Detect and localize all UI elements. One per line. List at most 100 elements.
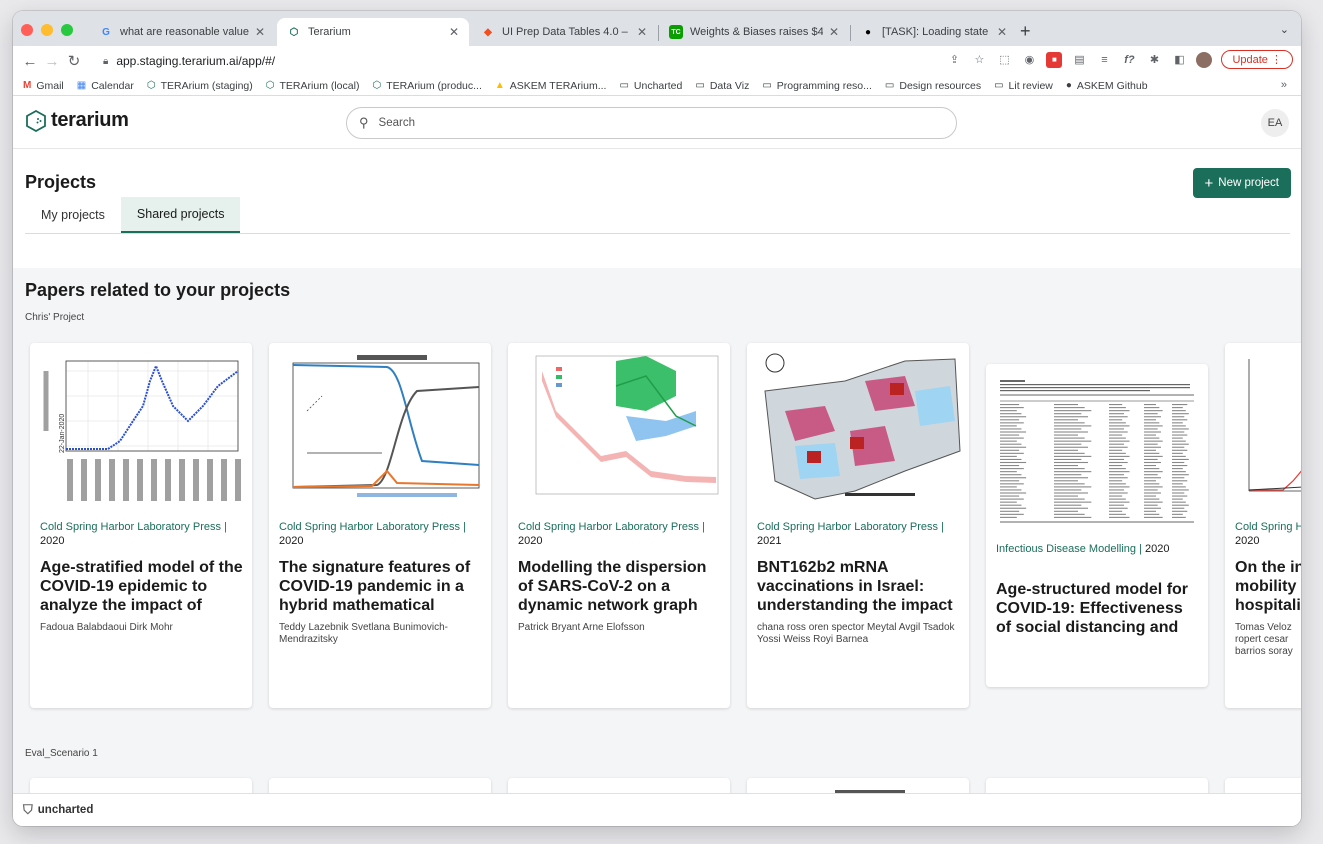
table-row-line — [1172, 404, 1188, 406]
browser-tab[interactable]: ● [TASK]: Loading state for home ✕ — [851, 18, 1017, 46]
table-row-line — [1172, 416, 1185, 418]
browser-tab[interactable]: TC Weights & Biases raises $45M ✕ — [659, 18, 849, 46]
bookmark-folder-programming[interactable]: ▭ Programming reso... — [762, 80, 872, 92]
bookmark-label: Calendar — [91, 79, 134, 92]
terarium-logo[interactable]: terarium — [25, 109, 129, 132]
reader-icon[interactable]: ▤ — [1071, 52, 1087, 68]
paper-card[interactable]: Cold Spring Harbor Laboratory Press | 20… — [508, 343, 730, 708]
close-window-button[interactable] — [21, 24, 33, 36]
paper-source[interactable]: Cold Spring Harbor Laboratory Press | 20… — [757, 520, 957, 548]
tab-my-projects[interactable]: My projects — [25, 197, 121, 233]
browser-tab-active[interactable]: ⬡ Terarium ✕ — [277, 18, 469, 46]
bookmark-gmail[interactable]: M Gmail — [23, 80, 64, 92]
paper-source[interactable]: Cold Spring H 2020 — [1235, 520, 1301, 548]
bookmark-label: TERArium (produc... — [386, 79, 482, 92]
browser-toolbar: ← → ↻ 🔒︎ app.staging.terarium.ai/app/#/ … — [13, 46, 1301, 76]
camera-icon[interactable]: ◉ — [1021, 52, 1037, 68]
paper-card[interactable]: 22-Jan-2020 Cold Spring Harbor Laborator… — [30, 343, 252, 708]
paper-source[interactable]: Cold Spring Harbor Laboratory Press | 20… — [40, 520, 240, 548]
bookmark-folder-litreview[interactable]: ▭ Lit review — [994, 80, 1053, 92]
tab-shared-projects[interactable]: Shared projects — [120, 197, 241, 233]
bookmarks-more-icon[interactable]: » — [1281, 79, 1287, 91]
table-row-line — [1109, 507, 1128, 509]
table-row-line — [1054, 440, 1092, 442]
table-row-line — [1054, 486, 1092, 488]
extension-icon[interactable]: ■ — [1046, 51, 1063, 68]
paper-card[interactable]: Cold Spring H 2020 On the in mobility hos… — [1225, 343, 1301, 708]
table-row-line — [1054, 501, 1092, 503]
search-placeholder: Search — [378, 117, 415, 129]
paper-card[interactable]: Cold Spring Harbor Laboratory Press | 20… — [747, 343, 969, 708]
paper-source[interactable]: Cold Spring Harbor Laboratory Press | 20… — [279, 520, 479, 548]
table-row-line — [1054, 465, 1078, 467]
zoom-window-button[interactable] — [61, 24, 73, 36]
bookmark-askem-github[interactable]: ● ASKEM Github — [1066, 80, 1148, 92]
paper-card[interactable]: Cold Spring Harbor Laboratory Press | 20… — [269, 343, 491, 708]
bookmark-folder-dataviz[interactable]: ▭ Data Viz — [695, 80, 749, 92]
bookmark-label: Programming reso... — [776, 79, 872, 92]
reload-icon[interactable]: ↻ — [63, 52, 85, 70]
paper-source[interactable]: Cold Spring Harbor Laboratory Press | 20… — [518, 520, 718, 548]
browser-tab[interactable]: G what are reasonable values for ✕ — [89, 18, 275, 46]
new-project-button[interactable]: + New project — [1192, 168, 1291, 198]
formula-icon[interactable]: f? — [1121, 52, 1137, 68]
update-button[interactable]: Update ⋮ — [1221, 50, 1293, 69]
table-row-line — [1144, 449, 1156, 451]
bookmark-terarium-production[interactable]: ⬡ TERArium (produc... — [372, 80, 481, 92]
browser-tab[interactable]: ◆ UI Prep Data Tables 4.0 – Figm ✕ — [471, 18, 657, 46]
new-tab-button[interactable]: + — [1020, 21, 1031, 42]
uncharted-logo-icon: ⛉ — [23, 802, 33, 817]
paper-thumbnail — [516, 351, 722, 506]
table-row-line — [1109, 440, 1130, 442]
tab-search-chevron-icon[interactable]: ⌄ — [1280, 23, 1289, 36]
paper-card[interactable]: Infectious Disease Modelling | 2020 Age-… — [986, 364, 1208, 687]
screenshot-icon[interactable]: ⬚ — [996, 52, 1012, 68]
table-row-line — [1144, 431, 1161, 433]
profile-avatar-icon[interactable] — [1196, 51, 1213, 68]
table-row-line — [1144, 404, 1156, 406]
search-input[interactable]: ⚲ Search — [346, 107, 957, 139]
tab-title: what are reasonable values for — [120, 26, 249, 38]
bookmark-calendar[interactable]: ▦ Calendar — [77, 80, 134, 92]
table-row-line — [1144, 483, 1160, 485]
folder-icon: ▭ — [695, 80, 705, 91]
sidebar-icon[interactable]: ◧ — [1171, 52, 1187, 68]
share-icon[interactable]: ⇪ — [946, 52, 962, 68]
table-row-line — [1172, 513, 1183, 515]
bookmark-askem-drive[interactable]: ▲ ASKEM TERArium... — [495, 80, 607, 92]
table-row-line — [1172, 498, 1183, 500]
table-row-line — [1172, 465, 1188, 467]
close-icon[interactable]: ✕ — [255, 25, 265, 39]
paper-authors: Teddy Lazebnik Svetlana Bunimovich-Mendr… — [279, 622, 448, 645]
table-row-line — [1144, 440, 1163, 442]
avatar[interactable]: EA — [1261, 109, 1289, 137]
source-name: Cold Spring Harbor Laboratory Press — [279, 521, 460, 533]
address-bar[interactable]: 🔒︎ app.staging.terarium.ai/app/#/ — [103, 50, 993, 72]
bookmark-terarium-local[interactable]: ⬡ TERArium (local) — [266, 80, 360, 92]
list-icon[interactable]: ≡ — [1096, 52, 1112, 68]
paper-year: 2020 — [518, 535, 543, 547]
close-icon[interactable]: ✕ — [449, 25, 459, 39]
close-icon[interactable]: ✕ — [997, 25, 1007, 39]
table-row-line — [1000, 513, 1024, 515]
bookmark-folder-uncharted[interactable]: ▭ Uncharted — [619, 80, 682, 92]
table-row-line — [1109, 419, 1123, 421]
close-icon[interactable]: ✕ — [829, 25, 839, 39]
table-row-line — [1109, 492, 1128, 494]
table-row-line — [1144, 422, 1160, 424]
table-row-line — [1172, 446, 1185, 448]
back-icon[interactable]: ← — [19, 53, 41, 70]
table-row-line — [1172, 428, 1189, 430]
bookmark-star-icon[interactable]: ☆ — [971, 52, 987, 68]
table-row-line — [1144, 443, 1158, 445]
table-row-line — [1109, 407, 1126, 409]
bookmark-terarium-staging[interactable]: ⬡ TERArium (staging) — [147, 80, 253, 92]
source-name: Cold Spring H — [1235, 521, 1301, 533]
close-icon[interactable]: ✕ — [637, 25, 647, 39]
table-row-line — [1000, 498, 1024, 500]
bookmark-folder-design[interactable]: ▭ Design resources — [885, 80, 981, 92]
minimize-window-button[interactable] — [41, 24, 53, 36]
paper-source[interactable]: Infectious Disease Modelling | 2020 — [996, 542, 1196, 556]
forward-icon[interactable]: → — [41, 53, 63, 70]
puzzle-icon[interactable]: ✱ — [1146, 52, 1162, 68]
